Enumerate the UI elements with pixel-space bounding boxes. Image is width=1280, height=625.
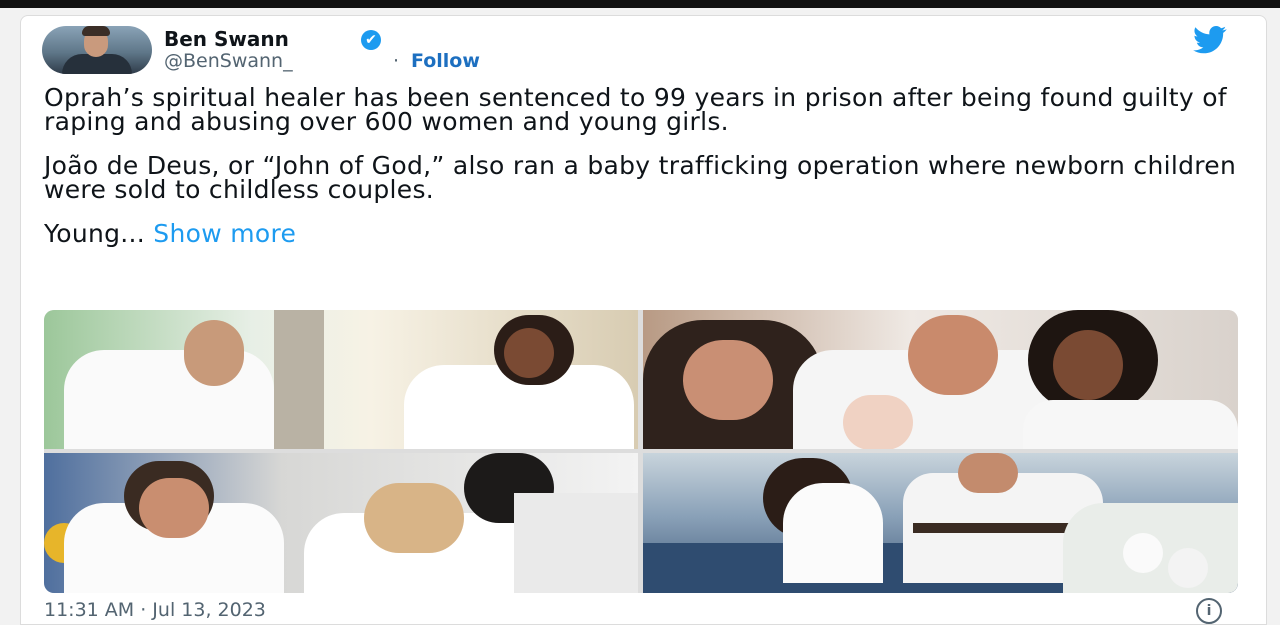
twitter-bird-icon[interactable] xyxy=(1184,26,1236,54)
show-more-link[interactable]: Show more xyxy=(153,219,296,248)
author-handle[interactable]: @BenSwann_ xyxy=(164,50,293,72)
author-name[interactable]: Ben Swann xyxy=(164,27,289,51)
tweet-paragraph-3: Young... Show more xyxy=(44,219,1244,248)
verified-badge-icon: ✔ xyxy=(361,30,381,50)
media-photo-4[interactable] xyxy=(643,453,1238,593)
top-window-bar xyxy=(0,0,1280,8)
tweet-paragraph-1: Oprah’s spiritual healer has been senten… xyxy=(44,83,1227,136)
follow-button[interactable]: Follow xyxy=(411,50,480,72)
tweet-timestamp[interactable]: 11:31 AM · Jul 13, 2023 xyxy=(44,599,266,621)
avatar[interactable] xyxy=(42,26,152,74)
media-grid xyxy=(44,310,1238,593)
truncated-text: Young... xyxy=(44,219,146,248)
info-icon[interactable]: i xyxy=(1196,598,1222,624)
media-photo-3[interactable] xyxy=(44,453,638,593)
separator-dot: · xyxy=(393,50,400,72)
tweet-paragraph-2: João de Deus, or “John of God,” also ran… xyxy=(44,151,1237,204)
avatar-suit xyxy=(62,54,132,74)
tweet-text: Oprah’s spiritual healer has been senten… xyxy=(44,83,1244,266)
avatar-hair xyxy=(82,26,110,36)
media-photo-2[interactable] xyxy=(643,310,1238,449)
media-photo-1[interactable] xyxy=(44,310,638,449)
